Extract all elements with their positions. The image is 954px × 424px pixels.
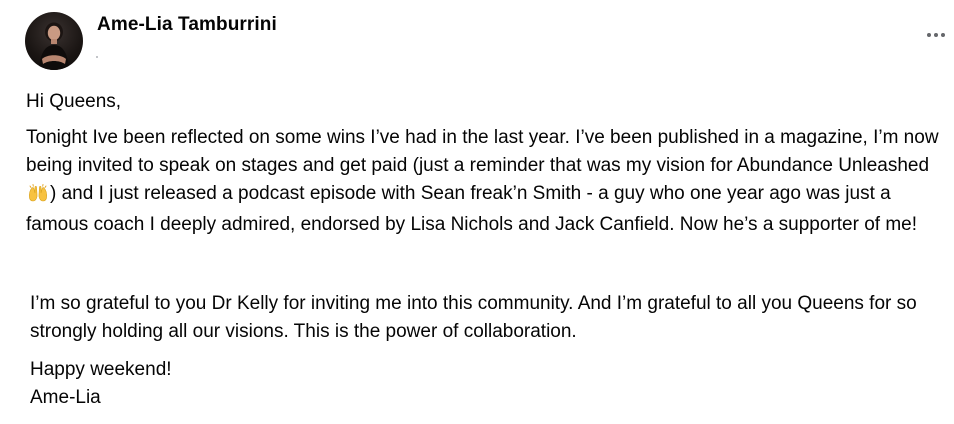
profile-photo-icon (39, 22, 69, 70)
timestamp-separator (96, 56, 98, 58)
post-greeting: Hi Queens, (26, 91, 122, 112)
more-options-button[interactable] (922, 26, 950, 44)
author-name[interactable]: Ame-Lia Tamburrini (97, 14, 277, 36)
post-main-text-start: Tonight Ive been reflected on some wins … (26, 127, 944, 176)
post-signoff: Happy weekend! Ame-Lia (30, 356, 630, 412)
post-grateful-paragraph: I’m so grateful to you Dr Kelly for invi… (30, 293, 922, 342)
author-avatar[interactable] (25, 12, 83, 70)
more-dot-icon (927, 33, 931, 37)
signoff-line-2: Ame-Lia (30, 387, 101, 408)
post-card: Ame-Lia Tamburrini Hi Queens, Tonight Iv… (0, 0, 954, 424)
post-main-text-end: ) and I just released a podcast episode … (26, 183, 918, 235)
raising-hands-icon (28, 183, 48, 211)
signoff-line-1: Happy weekend! (30, 359, 172, 380)
post-main-paragraph: Tonight Ive been reflected on some wins … (26, 124, 946, 239)
more-dot-icon (934, 33, 938, 37)
more-dot-icon (941, 33, 945, 37)
